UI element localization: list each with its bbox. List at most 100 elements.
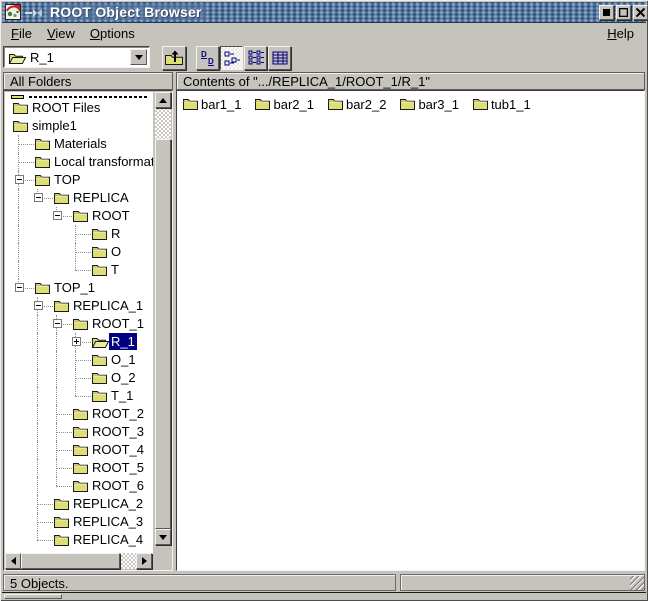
folder-combobox[interactable]: R_1 <box>3 46 150 68</box>
folder-tree[interactable]: ROOT Filessimple1MaterialsLocal transfor… <box>5 92 153 554</box>
window-pin-icon[interactable] <box>25 8 43 18</box>
close-button[interactable] <box>633 5 648 20</box>
tree-connector <box>75 270 91 271</box>
folder-icon <box>34 281 51 295</box>
expand-plus-icon[interactable] <box>72 337 81 346</box>
tree-connector <box>37 504 53 505</box>
window-bottom-frame <box>2 592 646 599</box>
collapse-minus-icon[interactable] <box>34 193 43 202</box>
up-folder-icon <box>164 50 184 66</box>
tree-item-simple1[interactable]: simple1 <box>5 117 153 135</box>
tree-item-root-3[interactable]: ROOT_3 <box>5 423 153 441</box>
tree-item-o[interactable]: O <box>5 243 153 261</box>
tree-item-replica-4[interactable]: REPLICA_4 <box>5 531 153 549</box>
tree-item-top-1[interactable]: TOP_1 <box>5 279 153 297</box>
folder-icon <box>72 479 89 493</box>
content-item-label: tub1_1 <box>491 97 531 112</box>
status-secondary <box>400 574 645 591</box>
content-item-bar2_1[interactable]: bar2_1 <box>254 96 313 112</box>
combobox-dropdown-button[interactable] <box>130 49 147 65</box>
tree-guide-line <box>37 351 38 369</box>
content-item-bar2_2[interactable]: bar2_2 <box>327 96 386 112</box>
resize-grip[interactable] <box>630 576 644 590</box>
triangle-down-icon <box>159 535 167 540</box>
tree-item-label: ROOT_4 <box>90 441 146 458</box>
tree-item-root-5[interactable]: ROOT_5 <box>5 459 153 477</box>
tree-item-replica-1[interactable]: REPLICA_1 <box>5 297 153 315</box>
collapse-minus-icon[interactable] <box>53 211 62 220</box>
menu-item-file[interactable]: File <box>5 24 38 43</box>
tree-guide-line <box>56 477 57 486</box>
tree-guide-line <box>37 531 38 540</box>
folder-icon <box>34 137 51 151</box>
horizontal-scroll-thumb[interactable] <box>21 553 120 569</box>
menu-item-help[interactable]: Help <box>601 24 640 43</box>
collapse-minus-icon[interactable] <box>15 175 24 184</box>
folder-icon <box>91 227 108 241</box>
tree-item-top[interactable]: TOP <box>5 171 153 189</box>
tree-item-local-transformations[interactable]: Local transformations <box>5 153 153 171</box>
tree-item-o-1[interactable]: O_1 <box>5 351 153 369</box>
collapse-minus-icon[interactable] <box>15 283 24 292</box>
tree-item-root-6[interactable]: ROOT_6 <box>5 477 153 495</box>
tree-guide-line <box>18 261 19 279</box>
frame-handle[interactable] <box>4 594 62 599</box>
tree-item-label: ROOT_6 <box>90 477 146 494</box>
tree-connector <box>75 360 91 361</box>
maximize-button[interactable] <box>616 5 631 20</box>
status-text: 5 Objects. <box>3 574 396 591</box>
content-item-tub1_1[interactable]: tub1_1 <box>472 96 531 112</box>
tree-item-label: T <box>109 261 121 278</box>
folder-icon <box>53 299 70 313</box>
tree-horizontal-scrollbar[interactable] <box>5 553 152 569</box>
large-icons-view-button[interactable]: D D <box>196 46 219 70</box>
tree-item-t-1[interactable]: T_1 <box>5 387 153 405</box>
content-item-bar1_1[interactable]: bar1_1 <box>182 96 241 112</box>
details-view-button[interactable] <box>268 46 291 70</box>
menu-item-options[interactable]: Options <box>84 24 141 43</box>
scroll-right-button[interactable] <box>136 553 152 569</box>
tree-item-replica-2[interactable]: REPLICA_2 <box>5 495 153 513</box>
collapse-minus-icon[interactable] <box>34 301 43 310</box>
content-item-bar3_1[interactable]: bar3_1 <box>399 96 458 112</box>
title-bar[interactable]: ROOT Object Browser <box>2 2 646 23</box>
list-view-button[interactable] <box>244 46 267 70</box>
folder-icon <box>53 497 70 511</box>
minimize-button[interactable] <box>599 5 614 20</box>
folder-icon <box>91 245 108 259</box>
tree-item-o-2[interactable]: O_2 <box>5 369 153 387</box>
folder-icon <box>472 97 489 111</box>
menu-item-view[interactable]: View <box>41 24 81 43</box>
open-folder-icon <box>8 51 27 65</box>
scroll-down-button[interactable] <box>155 529 171 545</box>
tree-item-t[interactable]: T <box>5 261 153 279</box>
contents-pane[interactable]: bar1_1 bar2_1 bar2_2 bar3_1 tub1_1 <box>176 90 645 571</box>
folder-icon <box>72 209 89 223</box>
tree-item-root[interactable]: ROOT <box>5 207 153 225</box>
tree-guide-line <box>56 387 57 405</box>
tree-item-label: Materials <box>52 135 109 152</box>
tree-vertical-scrollbar[interactable] <box>155 92 171 545</box>
collapse-minus-icon[interactable] <box>53 319 62 328</box>
scroll-up-button[interactable] <box>155 92 171 108</box>
contents-items: bar1_1 bar2_1 bar2_2 bar3_1 tub1_1 <box>182 96 531 112</box>
tree-item-root-2[interactable]: ROOT_2 <box>5 405 153 423</box>
window-title: ROOT Object Browser <box>46 4 206 20</box>
tree-item-root-4[interactable]: ROOT_4 <box>5 441 153 459</box>
triangle-right-icon <box>142 557 147 565</box>
scroll-left-button[interactable] <box>5 553 21 569</box>
tree-item-label: R <box>109 225 122 242</box>
tree-item-r-1[interactable]: R_1 <box>5 333 153 351</box>
tree-item-root-1[interactable]: ROOT_1 <box>5 315 153 333</box>
up-one-level-button[interactable] <box>162 46 186 70</box>
tree-item-label: REPLICA_4 <box>71 531 145 548</box>
tree-item-replica[interactable]: REPLICA <box>5 189 153 207</box>
vertical-scroll-thumb[interactable] <box>155 139 171 529</box>
folder-icon <box>72 425 89 439</box>
tree-item-label: TOP <box>52 171 83 188</box>
small-icons-view-button[interactable] <box>220 46 243 70</box>
tree-item-root-files[interactable]: ROOT Files <box>5 99 153 117</box>
tree-item-materials[interactable]: Materials <box>5 135 153 153</box>
tree-item-replica-3[interactable]: REPLICA_3 <box>5 513 153 531</box>
tree-item-r[interactable]: R <box>5 225 153 243</box>
